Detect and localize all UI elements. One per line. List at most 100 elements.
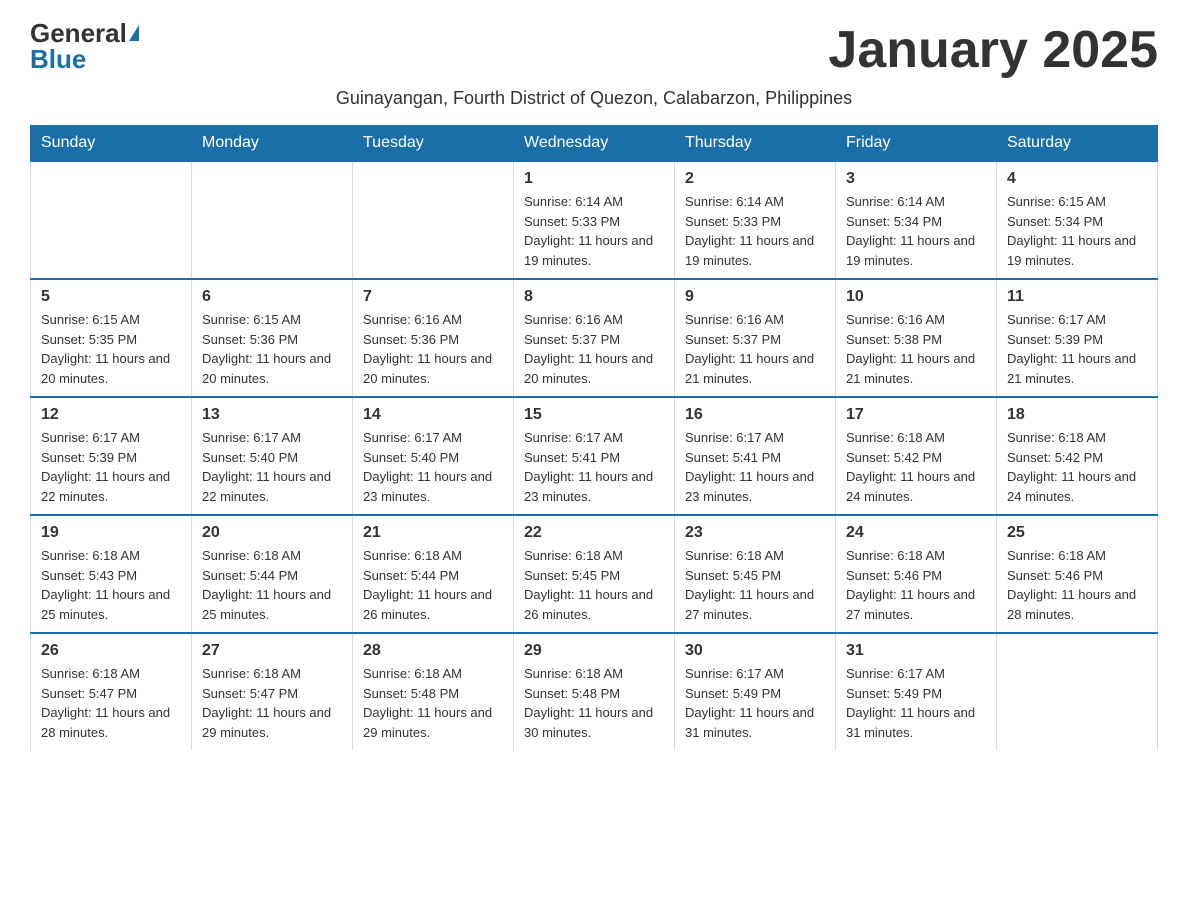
day-info: Sunrise: 6:14 AMSunset: 5:34 PMDaylight:… [846,192,986,270]
day-info: Sunrise: 6:18 AMSunset: 5:46 PMDaylight:… [1007,546,1147,624]
calendar-cell [31,161,192,279]
calendar-cell: 30 Sunrise: 6:17 AMSunset: 5:49 PMDayligh… [675,633,836,750]
calendar-cell: 28 Sunrise: 6:18 AMSunset: 5:48 PMDayligh… [353,633,514,750]
calendar-week-row-1: 5 Sunrise: 6:15 AMSunset: 5:35 PMDaylight… [31,279,1158,397]
day-info: Sunrise: 6:18 AMSunset: 5:42 PMDaylight:… [846,428,986,506]
calendar-cell: 13 Sunrise: 6:17 AMSunset: 5:40 PMDayligh… [192,397,353,515]
day-info: Sunrise: 6:18 AMSunset: 5:48 PMDaylight:… [524,664,664,742]
logo-blue-text: Blue [30,46,86,72]
day-info: Sunrise: 6:17 AMSunset: 5:39 PMDaylight:… [1007,310,1147,388]
calendar-week-row-0: 1 Sunrise: 6:14 AMSunset: 5:33 PMDaylight… [31,161,1158,279]
day-number: 7 [363,288,503,306]
calendar-cell: 7 Sunrise: 6:16 AMSunset: 5:36 PMDaylight… [353,279,514,397]
day-info: Sunrise: 6:18 AMSunset: 5:43 PMDaylight:… [41,546,181,624]
day-info: Sunrise: 6:16 AMSunset: 5:37 PMDaylight:… [524,310,664,388]
day-info: Sunrise: 6:17 AMSunset: 5:41 PMDaylight:… [524,428,664,506]
day-number: 18 [1007,406,1147,424]
logo-triangle-icon [129,25,139,41]
day-info: Sunrise: 6:16 AMSunset: 5:38 PMDaylight:… [846,310,986,388]
day-number: 25 [1007,524,1147,542]
day-number: 4 [1007,170,1147,188]
calendar-header-row: SundayMondayTuesdayWednesdayThursdayFrid… [31,126,1158,162]
day-info: Sunrise: 6:14 AMSunset: 5:33 PMDaylight:… [524,192,664,270]
day-number: 28 [363,642,503,660]
day-number: 26 [41,642,181,660]
calendar-cell: 15 Sunrise: 6:17 AMSunset: 5:41 PMDayligh… [514,397,675,515]
logo: General Blue [30,20,139,72]
day-number: 30 [685,642,825,660]
calendar-cell: 2 Sunrise: 6:14 AMSunset: 5:33 PMDaylight… [675,161,836,279]
calendar-cell: 1 Sunrise: 6:14 AMSunset: 5:33 PMDaylight… [514,161,675,279]
day-info: Sunrise: 6:18 AMSunset: 5:46 PMDaylight:… [846,546,986,624]
day-number: 22 [524,524,664,542]
day-info: Sunrise: 6:14 AMSunset: 5:33 PMDaylight:… [685,192,825,270]
calendar-cell: 16Sunrise: 6:17 AMSunset: 5:41 PMDayligh… [675,397,836,515]
calendar-cell: 21Sunrise: 6:18 AMSunset: 5:44 PMDayligh… [353,515,514,633]
day-number: 13 [202,406,342,424]
day-number: 5 [41,288,181,306]
calendar-cell: 26 Sunrise: 6:18 AMSunset: 5:47 PMDayligh… [31,633,192,750]
calendar-cell: 3 Sunrise: 6:14 AMSunset: 5:34 PMDaylight… [836,161,997,279]
day-info: Sunrise: 6:18 AMSunset: 5:47 PMDaylight:… [41,664,181,742]
page-header: General Blue January 2025 [30,20,1158,80]
calendar-cell: 4 Sunrise: 6:15 AMSunset: 5:34 PMDaylight… [997,161,1158,279]
day-number: 3 [846,170,986,188]
day-number: 2 [685,170,825,188]
day-info: Sunrise: 6:17 AMSunset: 5:40 PMDaylight:… [363,428,503,506]
day-number: 10 [846,288,986,306]
calendar-header-wednesday: Wednesday [514,126,675,162]
subtitle: Guinayangan, Fourth District of Quezon, … [30,88,1158,109]
calendar-cell: 5 Sunrise: 6:15 AMSunset: 5:35 PMDaylight… [31,279,192,397]
day-info: Sunrise: 6:16 AMSunset: 5:36 PMDaylight:… [363,310,503,388]
calendar-cell: 11 Sunrise: 6:17 AMSunset: 5:39 PMDayligh… [997,279,1158,397]
calendar-week-row-2: 12Sunrise: 6:17 AMSunset: 5:39 PMDayligh… [31,397,1158,515]
day-info: Sunrise: 6:15 AMSunset: 5:35 PMDaylight:… [41,310,181,388]
day-number: 24 [846,524,986,542]
day-info: Sunrise: 6:15 AMSunset: 5:34 PMDaylight:… [1007,192,1147,270]
calendar-header-sunday: Sunday [31,126,192,162]
calendar-week-row-3: 19Sunrise: 6:18 AMSunset: 5:43 PMDayligh… [31,515,1158,633]
day-number: 8 [524,288,664,306]
calendar-cell [192,161,353,279]
calendar-week-row-4: 26 Sunrise: 6:18 AMSunset: 5:47 PMDayligh… [31,633,1158,750]
day-info: Sunrise: 6:17 AMSunset: 5:40 PMDaylight:… [202,428,342,506]
calendar-cell: 23 Sunrise: 6:18 AMSunset: 5:45 PMDayligh… [675,515,836,633]
calendar-cell: 29 Sunrise: 6:18 AMSunset: 5:48 PMDayligh… [514,633,675,750]
calendar-cell: 10 Sunrise: 6:16 AMSunset: 5:38 PMDayligh… [836,279,997,397]
day-info: Sunrise: 6:18 AMSunset: 5:47 PMDaylight:… [202,664,342,742]
day-info: Sunrise: 6:17 AMSunset: 5:49 PMDaylight:… [846,664,986,742]
day-number: 31 [846,642,986,660]
day-number: 21 [363,524,503,542]
calendar-cell: 18 Sunrise: 6:18 AMSunset: 5:42 PMDayligh… [997,397,1158,515]
day-info: Sunrise: 6:18 AMSunset: 5:48 PMDaylight:… [363,664,503,742]
day-info: Sunrise: 6:17 AMSunset: 5:49 PMDaylight:… [685,664,825,742]
calendar-header-monday: Monday [192,126,353,162]
calendar-cell: 27 Sunrise: 6:18 AMSunset: 5:47 PMDayligh… [192,633,353,750]
month-title: January 2025 [828,20,1158,80]
calendar-header-thursday: Thursday [675,126,836,162]
calendar-cell: 24 Sunrise: 6:18 AMSunset: 5:46 PMDayligh… [836,515,997,633]
day-number: 14 [363,406,503,424]
day-number: 12 [41,406,181,424]
calendar-cell [353,161,514,279]
day-number: 6 [202,288,342,306]
calendar-cell: 9Sunrise: 6:16 AMSunset: 5:37 PMDaylight… [675,279,836,397]
day-info: Sunrise: 6:18 AMSunset: 5:45 PMDaylight:… [524,546,664,624]
day-number: 15 [524,406,664,424]
day-number: 20 [202,524,342,542]
calendar-cell: 8 Sunrise: 6:16 AMSunset: 5:37 PMDaylight… [514,279,675,397]
day-number: 29 [524,642,664,660]
calendar-cell [997,633,1158,750]
calendar-header-friday: Friday [836,126,997,162]
calendar-cell: 20 Sunrise: 6:18 AMSunset: 5:44 PMDayligh… [192,515,353,633]
day-number: 23 [685,524,825,542]
day-info: Sunrise: 6:18 AMSunset: 5:45 PMDaylight:… [685,546,825,624]
day-number: 27 [202,642,342,660]
day-info: Sunrise: 6:18 AMSunset: 5:42 PMDaylight:… [1007,428,1147,506]
day-number: 1 [524,170,664,188]
calendar-header-saturday: Saturday [997,126,1158,162]
day-info: Sunrise: 6:16 AMSunset: 5:37 PMDaylight:… [685,310,825,388]
day-info: Sunrise: 6:18 AMSunset: 5:44 PMDaylight:… [202,546,342,624]
day-number: 11 [1007,288,1147,306]
calendar-cell: 22 Sunrise: 6:18 AMSunset: 5:45 PMDayligh… [514,515,675,633]
